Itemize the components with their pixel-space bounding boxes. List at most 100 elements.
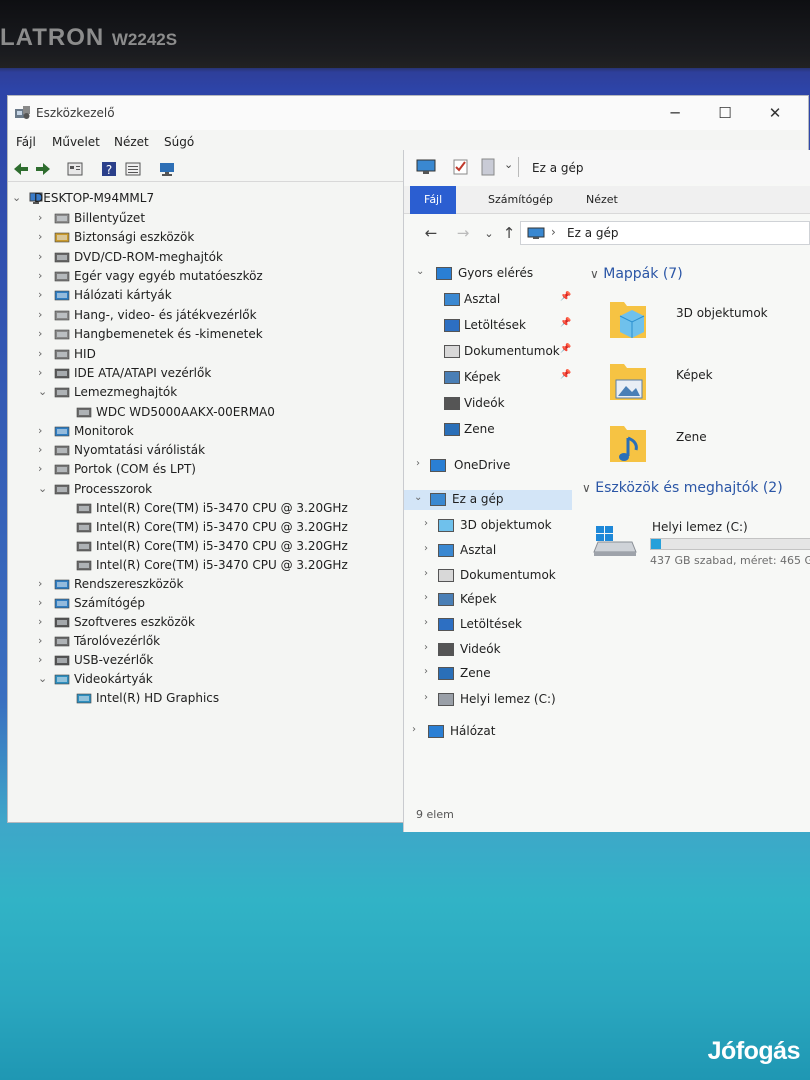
nav-pc-item[interactable]: › Képek	[404, 590, 572, 610]
folder-music[interactable]: Zene	[600, 420, 810, 480]
nav-pc-item[interactable]: › Videók	[404, 640, 572, 660]
minimize-button[interactable]: ─	[652, 102, 698, 124]
chevron-right-icon[interactable]: ›	[38, 577, 50, 590]
chevron-right-icon[interactable]: ›	[424, 617, 434, 628]
chevron-right-icon[interactable]: ›	[424, 592, 434, 603]
keyboard-icon	[54, 213, 70, 224]
forward-arrow-icon[interactable]	[34, 160, 52, 178]
chevron-right-icon[interactable]: ›	[38, 230, 50, 243]
back-arrow-icon[interactable]: ←	[422, 224, 440, 242]
nav-this-pc[interactable]: ⌄ Ez a gép	[404, 490, 572, 510]
chevron-right-icon[interactable]: ›	[416, 458, 426, 469]
pin-icon[interactable]: 📌	[560, 292, 571, 302]
chevron-right-icon[interactable]: ›	[38, 462, 50, 475]
quick-access-dropdown-icon[interactable]: ⌄	[504, 158, 513, 171]
nav-quick-item[interactable]: Zene	[404, 420, 572, 440]
chevron-down-icon[interactable]: ⌄	[38, 672, 50, 685]
chevron-right-icon[interactable]: ›	[424, 518, 434, 529]
menu-action[interactable]: Művelet	[52, 135, 100, 149]
menu-view[interactable]: Nézet	[114, 135, 149, 149]
chevron-right-icon[interactable]: ›	[38, 424, 50, 437]
nav-pc-item[interactable]: › Letöltések	[404, 615, 572, 635]
3d-objects-folder-icon	[610, 302, 646, 338]
chevron-down-icon[interactable]: ⌄	[416, 266, 426, 277]
device-manager-titlebar[interactable]: Eszközkezelő ─ ☐ ✕	[8, 96, 808, 130]
nav-quick-access[interactable]: ⌄ Gyors elérés	[404, 264, 572, 284]
nav-label: Dokumentumok	[460, 568, 556, 582]
chevron-right-icon[interactable]: ›	[38, 308, 50, 321]
device-tree-item-label: IDE ATA/ATAPI vezérlők	[74, 366, 212, 380]
chevron-right-icon[interactable]: ›	[424, 543, 434, 554]
nav-network[interactable]: › Hálózat	[404, 722, 572, 742]
menu-file[interactable]: Fájl	[16, 135, 36, 149]
folders-group-header[interactable]: ∨ Mappák (7)	[590, 266, 683, 282]
drives-group-header[interactable]: ∨ Eszközök és meghajtók (2)	[582, 480, 783, 496]
pin-icon[interactable]: 📌	[560, 318, 571, 328]
chevron-right-icon[interactable]: ›	[424, 642, 434, 653]
chevron-right-icon[interactable]: ›	[424, 692, 434, 703]
tab-file[interactable]: Fájl	[410, 186, 457, 214]
explorer-titlebar[interactable]: ⌄ Ez a gép	[404, 150, 810, 184]
pin-icon[interactable]: 📌	[560, 370, 571, 380]
back-arrow-icon[interactable]	[12, 160, 30, 178]
chevron-right-icon[interactable]: ›	[424, 666, 434, 677]
new-folder-icon[interactable]	[480, 158, 496, 176]
chevron-right-icon[interactable]: ›	[38, 347, 50, 360]
computer-icon	[54, 598, 70, 609]
chevron-right-icon[interactable]: ›	[38, 269, 50, 282]
scan-hardware-icon[interactable]	[158, 160, 176, 178]
explorer-ribbon: Fájl Számítógép Nézet	[404, 186, 810, 214]
tab-computer[interactable]: Számítógép	[474, 186, 567, 214]
maximize-button[interactable]: ☐	[702, 102, 748, 124]
svg-text:?: ?	[106, 163, 112, 177]
nav-quick-item[interactable]: Letöltések 📌	[404, 316, 572, 336]
chevron-right-icon[interactable]: ›	[38, 288, 50, 301]
chevron-right-icon[interactable]: ›	[38, 615, 50, 628]
chevron-right-icon[interactable]: ›	[38, 366, 50, 379]
list-view-icon[interactable]	[124, 160, 142, 178]
recent-locations-icon[interactable]: ⌄	[480, 227, 498, 240]
chevron-down-icon[interactable]: ⌄	[12, 191, 24, 204]
chevron-right-icon[interactable]: ›	[424, 568, 434, 579]
properties-check-icon[interactable]	[452, 158, 470, 176]
up-arrow-icon[interactable]: ↑	[500, 224, 518, 242]
nav-pc-item[interactable]: › Dokumentumok	[404, 566, 572, 586]
chevron-down-icon[interactable]: ⌄	[414, 492, 424, 503]
chevron-down-icon[interactable]: ∨	[590, 267, 599, 281]
nav-pc-item[interactable]: › Helyi lemez (C:)	[404, 690, 572, 710]
nav-onedrive[interactable]: › OneDrive	[404, 456, 572, 476]
breadcrumb-chevron-icon[interactable]: ›	[551, 225, 556, 239]
nav-quick-item[interactable]: Dokumentumok 📌	[404, 342, 572, 362]
chevron-right-icon[interactable]: ›	[38, 250, 50, 263]
nav-pc-item[interactable]: › Asztal	[404, 541, 572, 561]
nav-label: Videók	[460, 642, 501, 656]
pin-icon[interactable]: 📌	[560, 344, 571, 354]
chevron-right-icon[interactable]: ›	[412, 724, 422, 735]
chevron-right-icon[interactable]: ›	[38, 327, 50, 340]
nav-quick-item[interactable]: Asztal 📌	[404, 290, 572, 310]
nav-quick-item[interactable]: Képek 📌	[404, 368, 572, 388]
tab-view[interactable]: Nézet	[572, 186, 632, 214]
close-button[interactable]: ✕	[752, 102, 798, 124]
address-field[interactable]: › Ez a gép	[520, 221, 810, 245]
chevron-right-icon[interactable]: ›	[38, 211, 50, 224]
chevron-down-icon[interactable]: ⌄	[38, 385, 50, 398]
properties-icon[interactable]	[66, 160, 84, 178]
help-icon[interactable]: ?	[100, 160, 118, 178]
menu-help[interactable]: Súgó	[164, 135, 194, 149]
forward-arrow-icon[interactable]: →	[454, 224, 472, 242]
chevron-right-icon[interactable]: ›	[38, 443, 50, 456]
chevron-right-icon[interactable]: ›	[38, 653, 50, 666]
nav-quick-item[interactable]: Videók	[404, 394, 572, 414]
nav-pc-item[interactable]: › Zene	[404, 664, 572, 684]
dvd-drive-icon	[54, 252, 70, 263]
chevron-down-icon[interactable]: ⌄	[38, 482, 50, 495]
pictures-icon	[438, 593, 454, 606]
chevron-right-icon[interactable]: ›	[38, 596, 50, 609]
folder-3d-objects[interactable]: 3D objektumok	[600, 296, 810, 356]
drive-local-disk-c[interactable]: Helyi lemez (C:) 437 GB szabad, méret: 4…	[576, 512, 810, 572]
nav-pc-item[interactable]: › 3D objektumok	[404, 516, 572, 536]
chevron-right-icon[interactable]: ›	[38, 634, 50, 647]
chevron-down-icon[interactable]: ∨	[582, 481, 591, 495]
folder-pictures[interactable]: Képek	[600, 358, 810, 418]
